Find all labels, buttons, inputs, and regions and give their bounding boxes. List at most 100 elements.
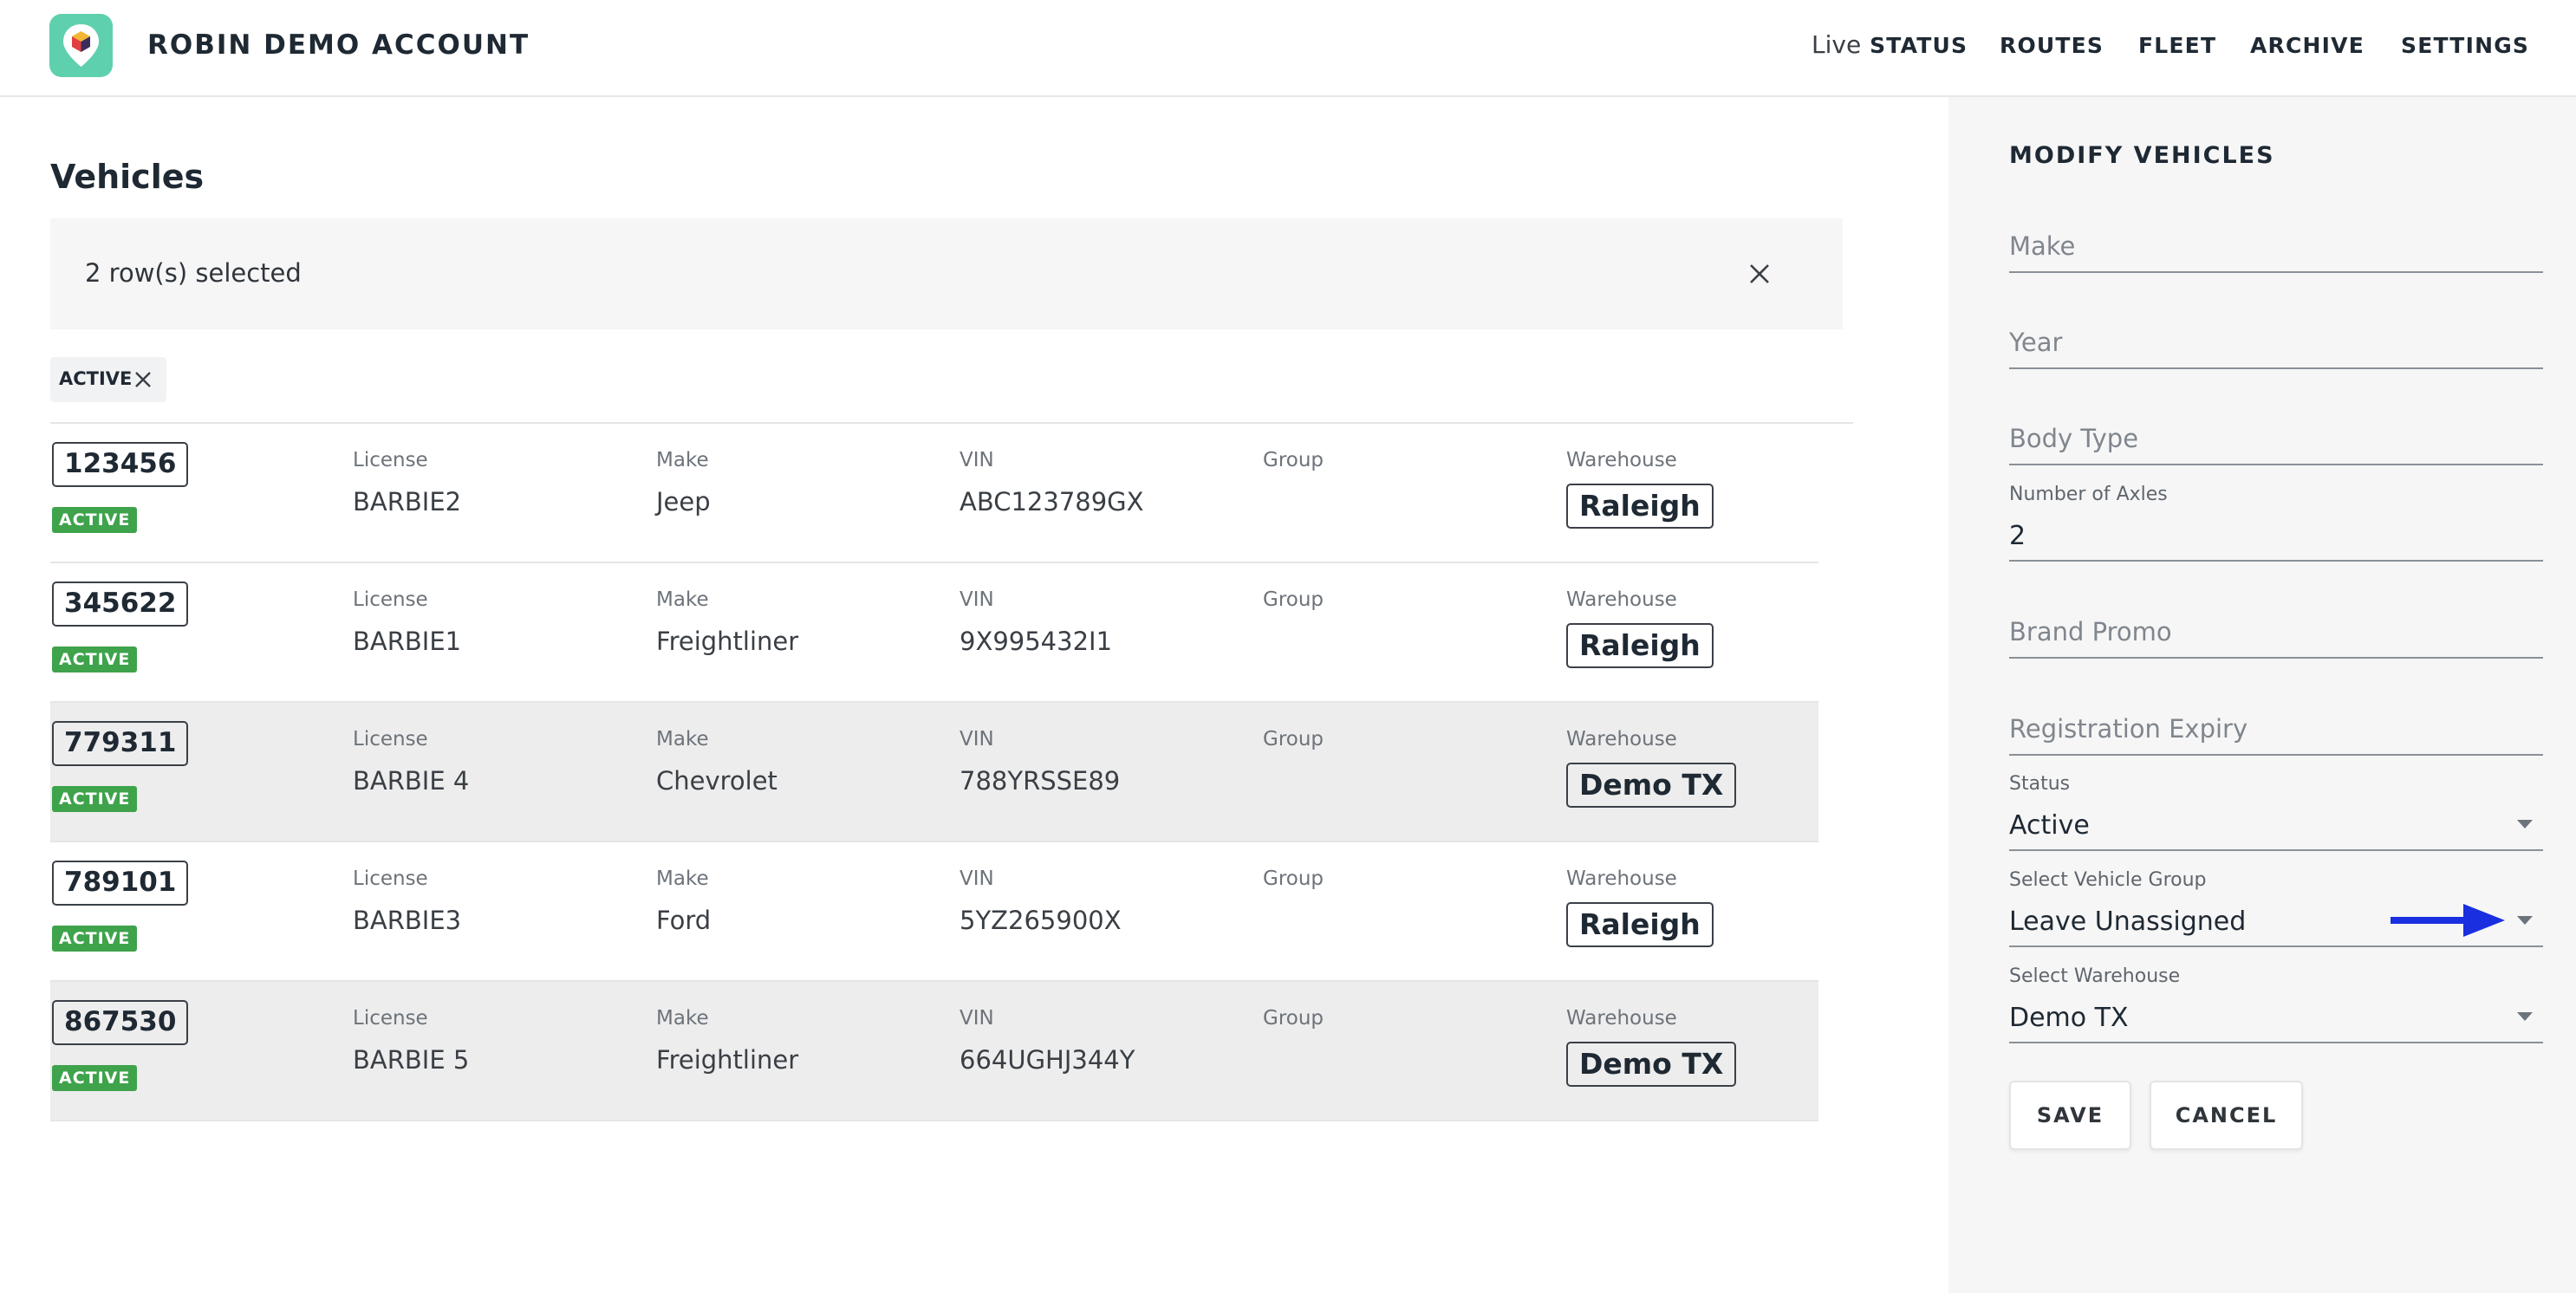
remove-filter-icon[interactable] <box>133 370 153 389</box>
year-placeholder: Year <box>2009 328 2063 357</box>
warehouse-tag: Raleigh <box>1566 902 1714 947</box>
warehouse-tag: Raleigh <box>1566 484 1714 529</box>
logo-icon[interactable] <box>49 14 113 77</box>
body-type-placeholder: Body Type <box>2009 424 2139 453</box>
make-label: Make <box>656 449 709 471</box>
caret-down-icon <box>2517 916 2533 925</box>
license-label: License <box>353 867 428 890</box>
vin-label: VIN <box>959 1007 994 1030</box>
vin-label: VIN <box>959 588 994 611</box>
vehicle-id: 789101 <box>52 861 189 906</box>
caret-down-icon <box>2517 1012 2533 1021</box>
vehicle-group-label: Select Vehicle Group <box>2009 869 2207 891</box>
warehouse-label: Warehouse <box>1566 588 1677 611</box>
brand-promo-field[interactable]: Brand Promo <box>2009 589 2543 659</box>
table-row[interactable]: 789101 ACTIVE License BARBIE3 Make Ford VIN 5YZ… <box>50 842 1818 982</box>
license-label: License <box>353 728 428 750</box>
vehicle-id: 779311 <box>52 721 189 766</box>
axles-value: 2 <box>2009 521 2026 551</box>
vin-value: 788YRSSE89 <box>959 766 1121 796</box>
license-label: License <box>353 449 428 471</box>
status-value: Active <box>2009 810 2090 841</box>
make-value: Jeep <box>656 487 711 517</box>
status-label: Status <box>2009 773 2071 795</box>
vehicle-id: 867530 <box>52 1000 189 1045</box>
warehouse-select[interactable]: Select Warehouse Demo TX <box>2009 965 2543 1043</box>
table-row[interactable]: 123456 ACTIVE License BARBIE2 Make Jeep VIN ABC… <box>50 424 1818 563</box>
make-placeholder: Make <box>2009 231 2076 261</box>
warehouse-tag: Demo TX <box>1566 763 1737 808</box>
status-badge: ACTIVE <box>52 646 138 672</box>
vin-label: VIN <box>959 449 994 471</box>
nav-live-status[interactable]: Live STATUS <box>1812 30 1968 59</box>
arrow-right-icon <box>2387 901 2507 939</box>
account-name: ROBIN DEMO ACCOUNT <box>147 29 530 61</box>
status-badge: ACTIVE <box>52 1065 138 1091</box>
vehicle-id: 345622 <box>52 582 189 627</box>
axles-label: Number of Axles <box>2009 484 2168 505</box>
nav-archive[interactable]: ARCHIVE <box>2250 33 2365 58</box>
make-label: Make <box>656 588 709 611</box>
status-badge: ACTIVE <box>52 507 138 533</box>
nav-routes[interactable]: ROUTES <box>2000 33 2104 58</box>
warehouse-label: Select Warehouse <box>2009 965 2181 987</box>
group-label: Group <box>1263 867 1324 890</box>
number-of-axles-field[interactable]: Number of Axles 2 <box>2009 484 2543 562</box>
filter-chip-active: ACTIVE <box>50 357 166 402</box>
brand-promo-placeholder: Brand Promo <box>2009 617 2172 646</box>
make-label: Make <box>656 867 709 890</box>
filter-chip-label: ACTIVE <box>59 368 133 389</box>
vin-label: VIN <box>959 867 994 890</box>
nav-fleet[interactable]: FLEET <box>2138 33 2216 58</box>
license-label: License <box>353 1007 428 1030</box>
vin-value: 9X995432I1 <box>959 627 1113 656</box>
make-value: Chevrolet <box>656 766 777 796</box>
status-badge: ACTIVE <box>52 926 138 952</box>
caret-down-icon <box>2517 820 2533 828</box>
nav-settings[interactable]: SETTINGS <box>2401 33 2529 58</box>
make-field[interactable]: Make <box>2009 204 2543 273</box>
top-navigation-bar: ROBIN DEMO ACCOUNT Live STATUS ROUTES FL… <box>0 0 2576 97</box>
license-value: BARBIE1 <box>353 627 462 656</box>
make-label: Make <box>656 1007 709 1030</box>
status-select[interactable]: Status Active <box>2009 773 2543 851</box>
nav-status-label: STATUS <box>1870 33 1968 58</box>
warehouse-tag: Demo TX <box>1566 1042 1737 1087</box>
group-label: Group <box>1263 449 1324 471</box>
nav-live-prefix: Live <box>1812 30 1862 59</box>
vin-label: VIN <box>959 728 994 750</box>
body-type-field[interactable]: Body Type <box>2009 396 2543 465</box>
vehicle-id: 123456 <box>52 442 189 487</box>
license-label: License <box>353 588 428 611</box>
save-button[interactable]: SAVE <box>2009 1081 2131 1150</box>
close-icon[interactable] <box>1746 260 1773 288</box>
make-label: Make <box>656 728 709 750</box>
license-value: BARBIE3 <box>353 906 462 935</box>
vehicle-group-value: Leave Unassigned <box>2009 906 2247 937</box>
make-value: Freightliner <box>656 627 799 656</box>
table-row[interactable]: 345622 ACTIVE License BARBIE1 Make Freightlin… <box>50 563 1818 703</box>
make-value: Ford <box>656 906 712 935</box>
registration-expiry-placeholder: Registration Expiry <box>2009 714 2248 744</box>
group-label: Group <box>1263 728 1324 750</box>
selection-bar: 2 row(s) selected <box>50 218 1843 329</box>
warehouse-label: Warehouse <box>1566 867 1677 890</box>
panel-title: MODIFY VEHICLES <box>2009 142 2275 169</box>
page-title: Vehicles <box>50 158 205 196</box>
make-value: Freightliner <box>656 1045 799 1075</box>
cancel-button[interactable]: CANCEL <box>2150 1081 2303 1150</box>
year-field[interactable]: Year <box>2009 300 2543 369</box>
vin-value: 664UGHJ344Y <box>959 1045 1135 1075</box>
license-value: BARBIE 5 <box>353 1045 470 1075</box>
warehouse-value: Demo TX <box>2009 1003 2129 1033</box>
warehouse-label: Warehouse <box>1566 1007 1677 1030</box>
table-row[interactable]: 867530 ACTIVE License BARBIE 5 Make Freightli… <box>50 982 1818 1121</box>
vin-value: ABC123789GX <box>959 487 1144 517</box>
warehouse-label: Warehouse <box>1566 449 1677 471</box>
warehouse-label: Warehouse <box>1566 728 1677 750</box>
registration-expiry-field[interactable]: Registration Expiry <box>2009 686 2543 756</box>
license-value: BARBIE 4 <box>353 766 470 796</box>
table-row[interactable]: 779311 ACTIVE License BARBIE 4 Make Chevrolet… <box>50 703 1818 842</box>
vin-value: 5YZ265900X <box>959 906 1122 935</box>
group-label: Group <box>1263 588 1324 611</box>
